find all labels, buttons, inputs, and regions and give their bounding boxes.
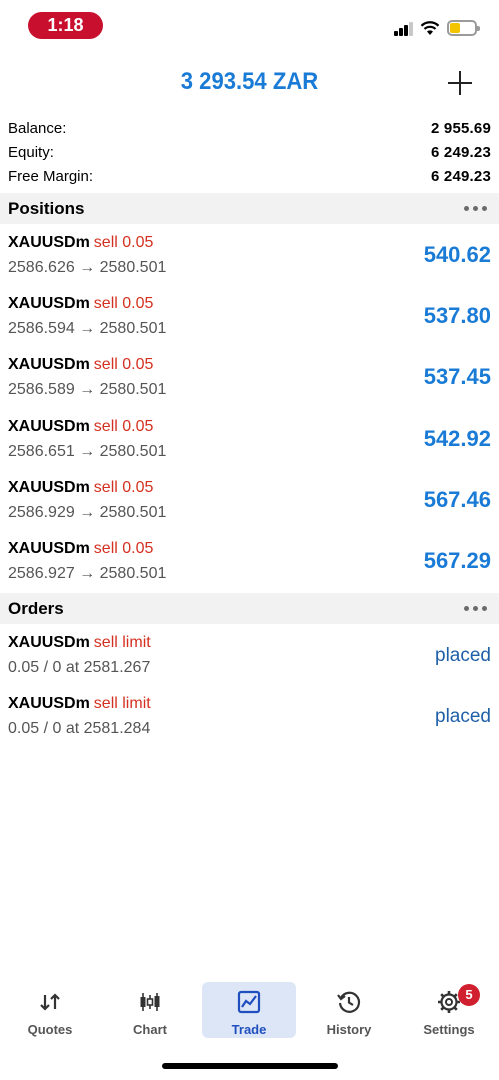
tab-history-label: History xyxy=(326,1022,372,1037)
balance-value: 2 955.69 xyxy=(431,119,491,137)
positions-more-icon[interactable] xyxy=(464,206,487,211)
order-details: 0.05 / 0 at 2581.267 xyxy=(8,659,151,676)
position-profit: 542.92 xyxy=(423,426,491,451)
order-row[interactable]: XAUUSDm sell limit 0.05 / 0 at 2581.284 p… xyxy=(0,685,499,746)
position-row[interactable]: XAUUSDm sell 0.05 2586.626 → 2580.501 540… xyxy=(0,224,499,285)
order-side: sell limit xyxy=(93,695,151,712)
free-margin-label: Free Margin: xyxy=(8,167,94,185)
position-side: sell 0.05 xyxy=(93,234,154,251)
equity-label: Equity: xyxy=(8,143,54,161)
order-side: sell limit xyxy=(93,634,151,651)
position-profit: 537.80 xyxy=(423,303,491,328)
order-symbol: XAUUSDm xyxy=(8,634,90,651)
position-side: sell 0.05 xyxy=(93,479,154,496)
position-prices: 2586.594 → 2580.501 xyxy=(8,320,167,337)
tab-settings-label: Settings xyxy=(423,1022,475,1037)
position-row[interactable]: XAUUSDm sell 0.05 2586.594 → 2580.501 537… xyxy=(0,285,499,346)
bottom-tab-bar: Quotes Chart Trade History 5 Settings xyxy=(0,982,499,1042)
orders-title: Orders xyxy=(8,598,64,618)
account-summary: Balance: 2 955.69 Equity: 6 249.23 Free … xyxy=(0,116,499,188)
cellular-signal-icon xyxy=(394,22,414,36)
position-symbol: XAUUSDm xyxy=(8,418,90,435)
balance-label: Balance: xyxy=(8,119,67,137)
tab-chart-label: Chart xyxy=(133,1022,167,1037)
order-state: placed xyxy=(435,706,491,727)
position-row[interactable]: XAUUSDm sell 0.05 2586.927 → 2580.501 567… xyxy=(0,530,499,591)
order-state: placed xyxy=(435,645,491,666)
order-symbol: XAUUSDm xyxy=(8,695,90,712)
settings-badge: 5 xyxy=(458,984,480,1006)
position-prices: 2586.929 → 2580.501 xyxy=(8,504,167,521)
equity-row: Equity: 6 249.23 xyxy=(0,140,499,164)
wifi-icon xyxy=(420,21,440,35)
status-bar: 1:18 xyxy=(0,0,499,50)
tab-chart[interactable]: Chart xyxy=(103,982,197,1038)
add-order-button[interactable] xyxy=(443,66,477,100)
position-row[interactable]: XAUUSDm sell 0.05 2586.929 → 2580.501 567… xyxy=(0,469,499,530)
position-side: sell 0.05 xyxy=(93,356,154,373)
position-symbol: XAUUSDm xyxy=(8,479,90,496)
balance-row: Balance: 2 955.69 xyxy=(0,116,499,140)
position-profit: 567.46 xyxy=(423,487,491,512)
tab-history[interactable]: History xyxy=(302,982,396,1038)
orders-section-header: Orders xyxy=(0,593,499,624)
position-prices: 2586.651 → 2580.501 xyxy=(8,443,167,460)
position-prices: 2586.626 → 2580.501 xyxy=(8,259,167,276)
position-prices: 2586.927 → 2580.501 xyxy=(8,565,167,582)
position-row[interactable]: XAUUSDm sell 0.05 2586.651 → 2580.501 542… xyxy=(0,408,499,469)
position-profit: 537.45 xyxy=(423,364,491,389)
position-row[interactable]: XAUUSDm sell 0.05 2586.589 → 2580.501 537… xyxy=(0,346,499,407)
candlestick-icon xyxy=(140,993,160,1011)
position-side: sell 0.05 xyxy=(93,540,154,557)
order-row[interactable]: XAUUSDm sell limit 0.05 / 0 at 2581.267 p… xyxy=(0,624,499,685)
account-total-title: 3 293.54 ZAR xyxy=(180,68,319,95)
orders-more-icon[interactable] xyxy=(464,606,487,611)
status-time: 1:18 xyxy=(28,12,103,39)
positions-section-header: Positions xyxy=(0,193,499,224)
quotes-arrows-icon xyxy=(40,993,60,1011)
position-symbol: XAUUSDm xyxy=(8,234,90,251)
tab-trade-label: Trade xyxy=(231,1022,267,1037)
battery-icon xyxy=(447,20,480,36)
position-profit: 567.29 xyxy=(423,548,491,573)
trade-chart-icon xyxy=(237,990,261,1014)
position-side: sell 0.05 xyxy=(93,418,154,435)
free-margin-row: Free Margin: 6 249.23 xyxy=(0,164,499,188)
home-indicator[interactable] xyxy=(162,1063,338,1069)
position-symbol: XAUUSDm xyxy=(8,540,90,557)
position-prices: 2586.589 → 2580.501 xyxy=(8,381,167,398)
tab-quotes-label: Quotes xyxy=(27,1022,73,1037)
free-margin-value: 6 249.23 xyxy=(431,167,491,185)
order-details: 0.05 / 0 at 2581.284 xyxy=(8,720,151,737)
equity-value: 6 249.23 xyxy=(431,143,491,161)
position-symbol: XAUUSDm xyxy=(8,356,90,373)
position-symbol: XAUUSDm xyxy=(8,295,90,312)
position-side: sell 0.05 xyxy=(93,295,154,312)
tab-quotes[interactable]: Quotes xyxy=(3,982,97,1038)
positions-title: Positions xyxy=(8,198,85,218)
position-profit: 540.62 xyxy=(423,242,491,267)
history-clock-icon xyxy=(337,991,361,1013)
tab-trade[interactable]: Trade xyxy=(202,982,296,1038)
tab-settings[interactable]: 5 Settings xyxy=(402,982,496,1038)
